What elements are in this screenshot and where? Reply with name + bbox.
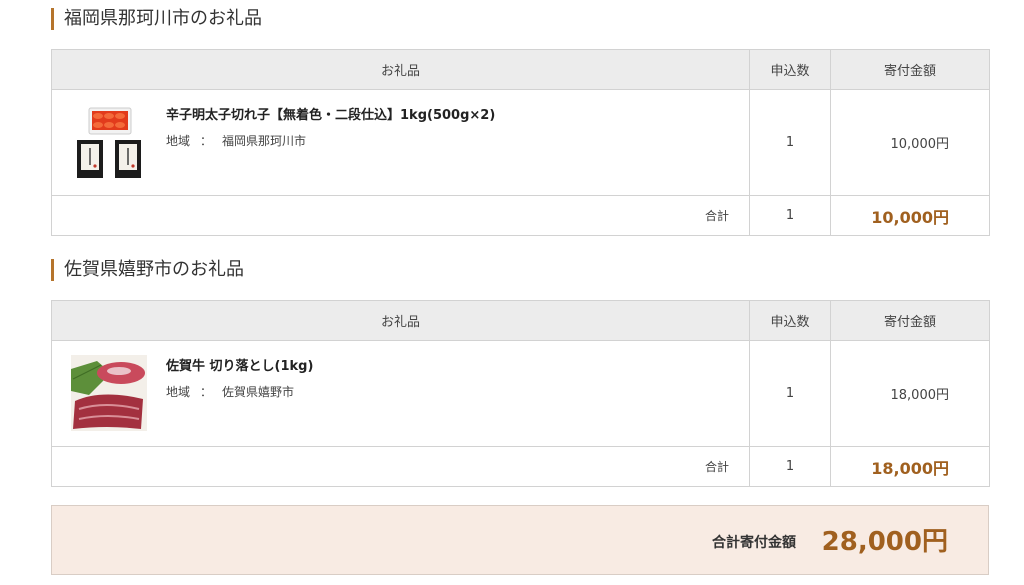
table-header-row: お礼品 申込数 寄付金額: [51, 49, 990, 90]
table-header-row: お礼品 申込数 寄付金額: [51, 300, 990, 341]
mentaiko-package-image[interactable]: [71, 104, 147, 180]
section-title: 佐賀県嬉野市のお礼品: [51, 259, 244, 281]
subtotal-label: 合計: [51, 446, 750, 487]
item-region: 地域 ： 福岡県那珂川市: [166, 132, 306, 149]
item-quantity: 1: [749, 340, 831, 447]
subtotal-amount: 18,000円: [830, 446, 990, 487]
region-value: 佐賀県嬉野市: [222, 385, 295, 399]
header-quantity: 申込数: [749, 49, 831, 90]
subtotal-row: 合計 1 10,000円: [51, 195, 990, 236]
grand-total-box: 合計寄付金額 28,000円: [51, 505, 989, 575]
header-amount: 寄付金額: [830, 300, 990, 341]
item-name[interactable]: 辛子明太子切れ子【無着色・二段仕込】1kg(500g×2): [166, 104, 495, 123]
region-label: 地域: [166, 134, 191, 148]
header-amount: 寄付金額: [830, 49, 990, 90]
item-cell: 佐賀牛 切り落とし(1kg) 地域 ： 佐賀県嬉野市: [51, 340, 750, 447]
order-table: お礼品 申込数 寄付金額 辛子明太子切れ子【無着色・二段仕込】1kg(500g×…: [51, 49, 990, 236]
table-row: 辛子明太子切れ子【無着色・二段仕込】1kg(500g×2) 地域 ： 福岡県那珂川市…: [51, 89, 990, 196]
subtotal-row: 合計 1 18,000円: [51, 446, 990, 487]
item-quantity: 1: [749, 89, 831, 196]
item-amount: 10,000円: [830, 89, 990, 196]
subtotal-quantity: 1: [749, 195, 831, 236]
item-amount: 18,000円: [830, 340, 990, 447]
item-name[interactable]: 佐賀牛 切り落とし(1kg): [166, 355, 313, 374]
header-quantity: 申込数: [749, 300, 831, 341]
region-separator: ：: [200, 134, 213, 148]
order-table: お礼品 申込数 寄付金額 佐賀牛 切り落とし(1kg) 地域 ： 佐賀県嬉野市 1 …: [51, 300, 990, 487]
region-separator: ：: [200, 385, 213, 399]
region-value: 福岡県那珂川市: [222, 134, 307, 148]
item-region: 地域 ： 佐賀県嬉野市: [166, 383, 294, 400]
subtotal-quantity: 1: [749, 446, 831, 487]
region-label: 地域: [166, 385, 191, 399]
grand-total-label: 合計寄付金額: [712, 535, 796, 551]
header-item: お礼品: [51, 49, 750, 90]
section-title: 福岡県那珂川市のお礼品: [51, 8, 262, 30]
header-item: お礼品: [51, 300, 750, 341]
table-row: 佐賀牛 切り落とし(1kg) 地域 ： 佐賀県嬉野市 1 18,000円: [51, 340, 990, 447]
saga-beef-image[interactable]: [71, 355, 147, 431]
item-cell: 辛子明太子切れ子【無着色・二段仕込】1kg(500g×2) 地域 ： 福岡県那珂川市: [51, 89, 750, 196]
subtotal-amount: 10,000円: [830, 195, 990, 236]
grand-total-amount: 28,000円: [821, 527, 948, 557]
subtotal-label: 合計: [51, 195, 750, 236]
